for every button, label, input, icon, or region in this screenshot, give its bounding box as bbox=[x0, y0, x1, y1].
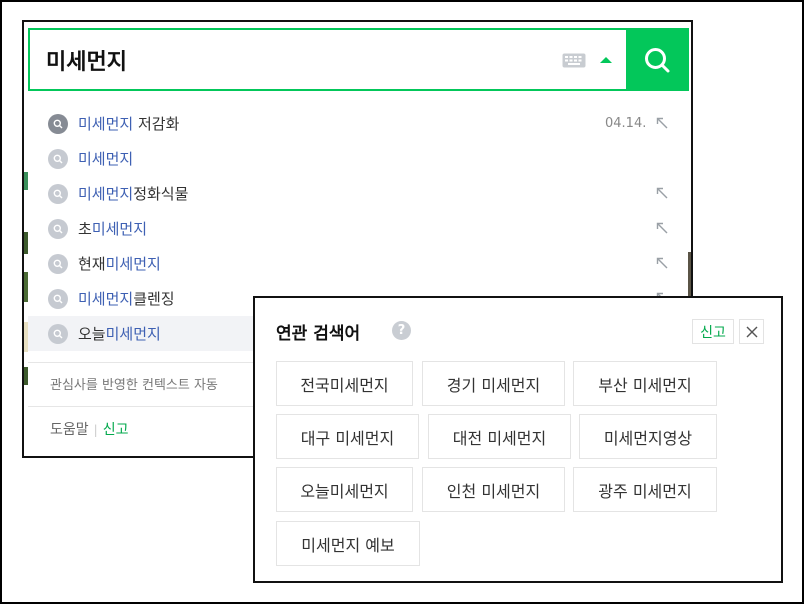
suggestion-item[interactable]: 미세먼지 저감화 04.14. bbox=[28, 106, 689, 141]
close-icon bbox=[746, 326, 757, 337]
search-suggest-icon bbox=[48, 323, 68, 344]
related-keyword-chip[interactable]: 오늘미세먼지 bbox=[276, 467, 413, 512]
search-suggest-icon bbox=[48, 253, 68, 274]
suggestion-item[interactable]: 미세먼지정화식물 bbox=[28, 176, 689, 211]
suggestion-text: 미세먼지 저감화 bbox=[78, 115, 180, 133]
suggestion-item[interactable]: 초미세먼지 bbox=[28, 211, 689, 246]
related-report-button[interactable]: 신고 bbox=[692, 319, 734, 344]
suggestion-text: 미세먼지 bbox=[78, 150, 134, 168]
search-suggest-icon bbox=[48, 288, 68, 309]
footer-separator: | bbox=[93, 423, 98, 437]
search-button[interactable] bbox=[626, 30, 687, 89]
fill-arrow-icon[interactable] bbox=[656, 222, 668, 234]
related-keyword-chip[interactable]: 광주 미세먼지 bbox=[573, 467, 717, 512]
search-input[interactable] bbox=[30, 30, 626, 89]
search-suggest-icon bbox=[48, 218, 68, 239]
related-keyword-chip[interactable]: 미세먼지영상 bbox=[579, 414, 717, 459]
related-keywords-popup: 연관 검색어 ? 신고 전국미세먼지 경기 미세먼지 부산 미세먼지 대구 미세… bbox=[253, 296, 783, 583]
related-keyword-chip[interactable]: 부산 미세먼지 bbox=[573, 361, 717, 406]
history-search-icon bbox=[48, 113, 68, 134]
related-title: 연관 검색어 bbox=[276, 324, 361, 344]
collapse-arrow-icon[interactable] bbox=[600, 57, 612, 63]
fill-arrow-icon[interactable] bbox=[656, 257, 668, 269]
close-button[interactable] bbox=[739, 319, 764, 344]
related-keyword-chip[interactable]: 미세먼지 예보 bbox=[276, 521, 420, 566]
suggestion-text: 초미세먼지 bbox=[78, 220, 148, 238]
related-keyword-chip[interactable]: 전국미세먼지 bbox=[276, 361, 413, 406]
related-keyword-chip[interactable]: 경기 미세먼지 bbox=[422, 361, 565, 406]
search-icon bbox=[645, 48, 670, 73]
related-keyword-chip[interactable]: 대전 미세먼지 bbox=[428, 414, 571, 459]
suggestion-date: 04.14. bbox=[605, 116, 647, 131]
related-keyword-chip[interactable]: 인천 미세먼지 bbox=[422, 467, 565, 512]
suggestion-text: 미세먼지클렌징 bbox=[78, 290, 175, 308]
search-suggest-icon bbox=[48, 148, 68, 169]
fill-arrow-icon[interactable] bbox=[656, 187, 668, 199]
keyboard-icon[interactable] bbox=[562, 53, 586, 68]
help-link[interactable]: 도움말 bbox=[50, 422, 89, 438]
suggestion-item[interactable]: 미세먼지 bbox=[28, 141, 689, 176]
suggestion-item[interactable]: 현재미세먼지 bbox=[28, 246, 689, 281]
help-icon[interactable]: ? bbox=[392, 321, 411, 340]
search-bar bbox=[28, 28, 689, 91]
context-note: 관심사를 반영한 컨텍스트 자동 bbox=[50, 378, 218, 393]
search-suggest-icon bbox=[48, 183, 68, 204]
suggestion-text: 오늘미세먼지 bbox=[78, 325, 161, 343]
suggestion-text: 미세먼지정화식물 bbox=[78, 185, 189, 203]
related-keyword-chip[interactable]: 대구 미세먼지 bbox=[276, 414, 419, 459]
fill-arrow-icon[interactable] bbox=[656, 117, 668, 129]
suggestion-text: 현재미세먼지 bbox=[78, 255, 161, 273]
panel-footer: 도움말 | 신고 bbox=[50, 419, 128, 439]
report-link[interactable]: 신고 bbox=[103, 422, 129, 438]
